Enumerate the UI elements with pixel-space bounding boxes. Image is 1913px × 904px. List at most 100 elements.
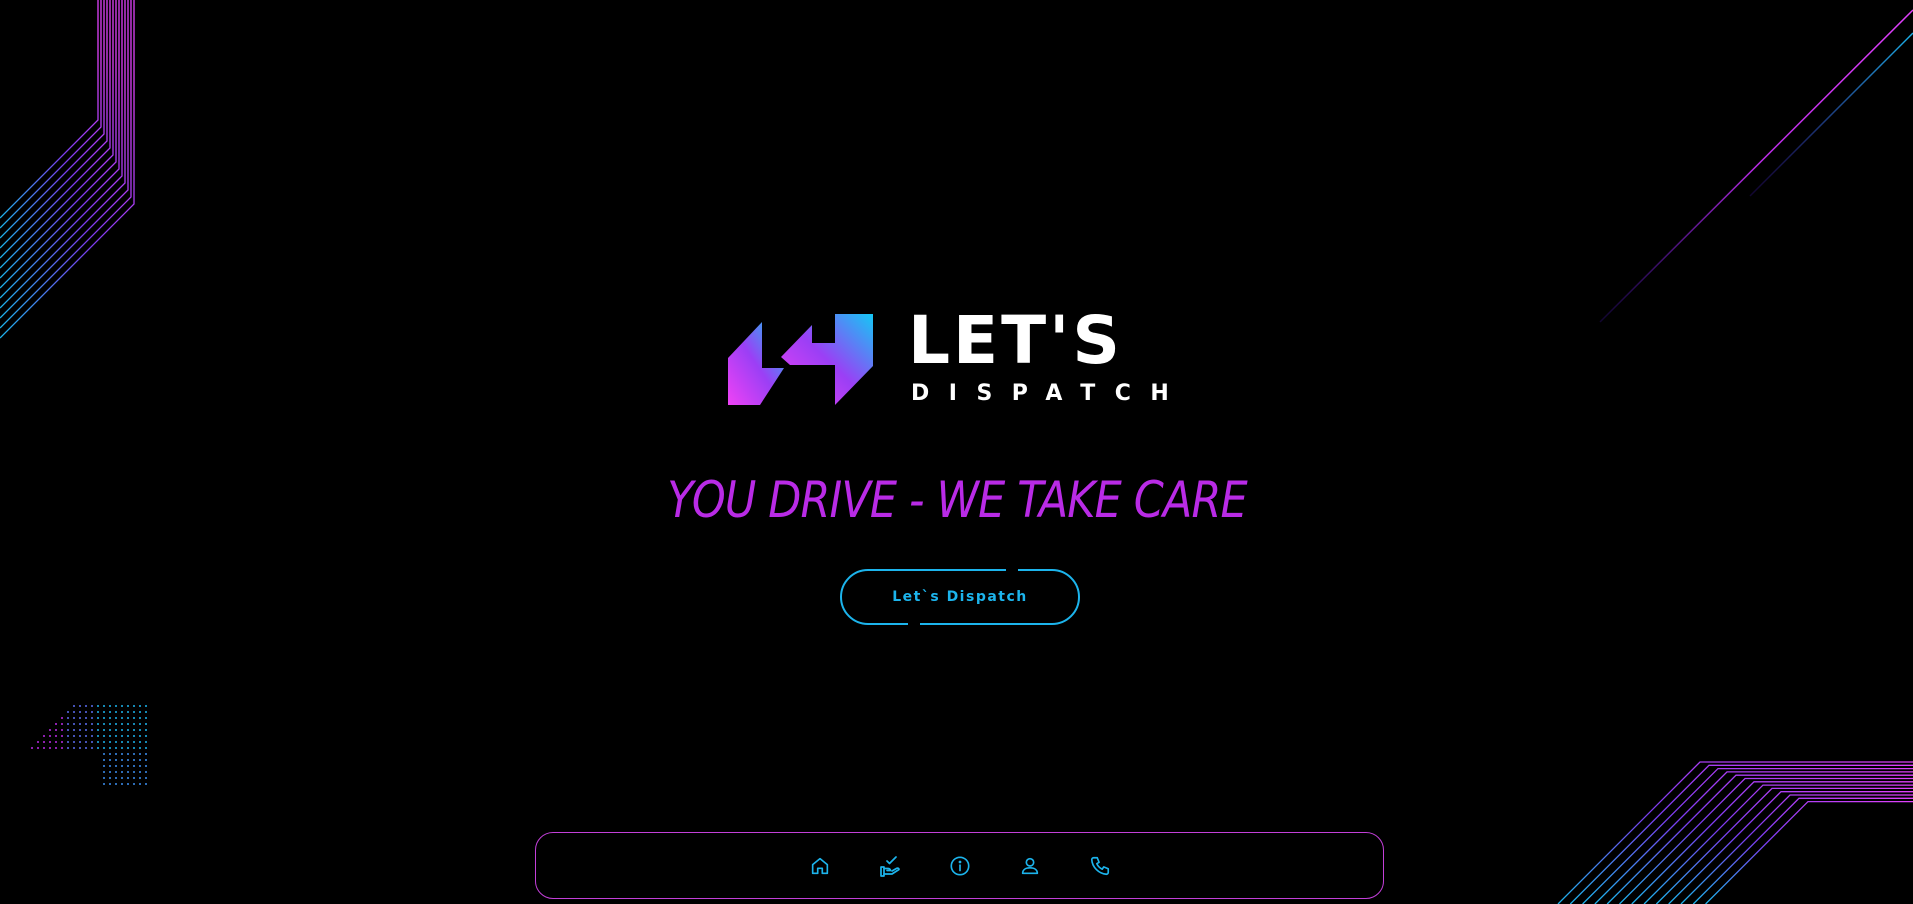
decor-dot: [139, 765, 141, 767]
decor-dot: [139, 705, 141, 707]
decor-dot: [103, 747, 105, 749]
decor-dot: [127, 723, 129, 725]
decor-dot: [49, 747, 51, 749]
decor-dot: [79, 717, 81, 719]
decor-dot: [91, 705, 93, 707]
decor-dot: [97, 723, 99, 725]
decor-dot: [73, 717, 75, 719]
decor-dot: [115, 771, 117, 773]
decor-dot: [37, 741, 39, 743]
decor-dot: [115, 717, 117, 719]
nav-home[interactable]: [808, 854, 832, 878]
decor-dot: [85, 705, 87, 707]
decor-dot: [139, 753, 141, 755]
decor-dot: [67, 735, 69, 737]
decor-dot: [145, 747, 147, 749]
lets-dispatch-button[interactable]: Let`s Dispatch: [840, 567, 1080, 627]
decor-dot: [139, 711, 141, 713]
decor-dot: [115, 777, 117, 779]
decor-dot: [139, 747, 141, 749]
decor-dot: [127, 765, 129, 767]
decor-dot: [103, 771, 105, 773]
decor-dot: [145, 711, 147, 713]
cta-gap-decor: [908, 621, 920, 627]
decor-dot: [121, 729, 123, 731]
decor-dot: [61, 723, 63, 725]
decor-dot: [109, 777, 111, 779]
decor-dot: [31, 747, 33, 749]
decor-dot: [133, 753, 135, 755]
decor-line: [0, 0, 102, 229]
decor-dot: [121, 783, 123, 785]
nav-profile[interactable]: [1018, 854, 1042, 878]
decor-dot: [115, 753, 117, 755]
decor-dot: [109, 765, 111, 767]
decor-dot: [121, 711, 123, 713]
decor-dot: [145, 717, 147, 719]
decor-dot: [97, 705, 99, 707]
decor-dot: [67, 747, 69, 749]
decor-dot: [91, 723, 93, 725]
decor-line: [0, 0, 108, 249]
decor-dot: [127, 771, 129, 773]
decor-dot: [145, 705, 147, 707]
decor-dot: [67, 729, 69, 731]
decor-dot: [97, 747, 99, 749]
decor-dot: [139, 759, 141, 761]
decor-dot: [91, 711, 93, 713]
decor-dot: [73, 729, 75, 731]
cta-label: Let`s Dispatch: [892, 589, 1028, 605]
decor-dot: [79, 729, 81, 731]
decor-dot: [127, 717, 129, 719]
decor-dot: [121, 741, 123, 743]
decor-dot: [49, 729, 51, 731]
decor-dot: [109, 771, 111, 773]
decor-dot: [121, 735, 123, 737]
decor-dot: [121, 765, 123, 767]
decor-dot: [115, 711, 117, 713]
decor-dot: [109, 759, 111, 761]
decor-dot: [103, 777, 105, 779]
decor-dot: [85, 741, 87, 743]
decor-dot: [127, 777, 129, 779]
decor-dot: [133, 705, 135, 707]
logo-mark-icon: [728, 314, 873, 405]
corner-lines-top-left: [0, 0, 135, 339]
decor-dot: [121, 717, 123, 719]
decor-dot: [133, 759, 135, 761]
decor-dot: [91, 717, 93, 719]
decor-dot: [139, 741, 141, 743]
decor-line: [0, 0, 111, 259]
decor-dot: [127, 753, 129, 755]
nav-about[interactable]: [948, 854, 972, 878]
decor-dot: [61, 717, 63, 719]
decor-dot: [79, 747, 81, 749]
decor-dot: [127, 705, 129, 707]
decor-dot: [103, 765, 105, 767]
corner-lines-bottom-right: [1557, 761, 1913, 904]
decor-dot: [67, 717, 69, 719]
decor-dot: [73, 735, 75, 737]
decor-dot: [121, 747, 123, 749]
decor-dot: [133, 735, 135, 737]
decor-dot: [145, 753, 147, 755]
decor-dot: [133, 741, 135, 743]
decor-dot: [103, 783, 105, 785]
decor-dot: [91, 741, 93, 743]
nav-contact[interactable]: [1088, 854, 1112, 878]
decor-dot: [85, 717, 87, 719]
decor-dot: [79, 723, 81, 725]
decor-dot: [133, 747, 135, 749]
decor-dot: [133, 717, 135, 719]
decor-line: [0, 0, 114, 269]
decor-dot: [109, 717, 111, 719]
decor-dot: [85, 723, 87, 725]
decor-dot: [145, 723, 147, 725]
decor-dot: [73, 741, 75, 743]
decor-dot: [55, 729, 57, 731]
decor-dot: [127, 729, 129, 731]
decor-dot: [61, 741, 63, 743]
decor-dot: [91, 735, 93, 737]
nav-services[interactable]: [878, 854, 902, 878]
decor-dot: [103, 741, 105, 743]
